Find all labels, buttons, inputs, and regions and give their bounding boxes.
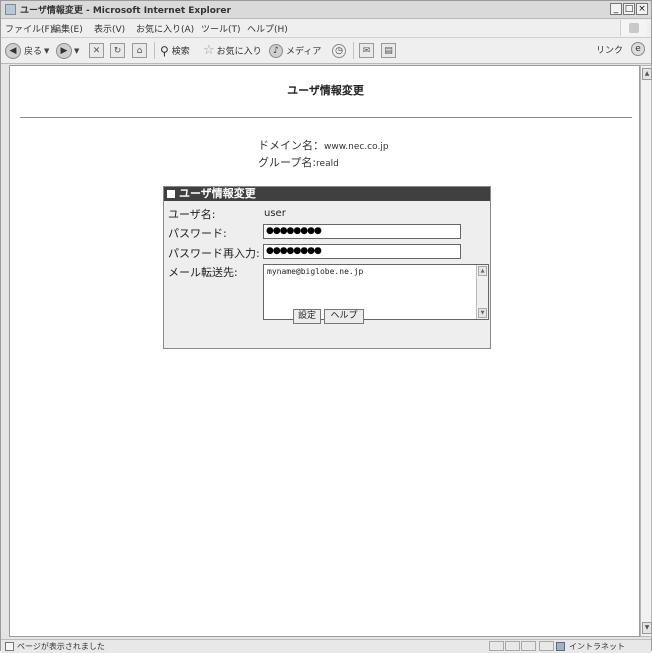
lock-icon — [539, 641, 554, 651]
home-button[interactable]: ⌂ — [132, 42, 147, 59]
favorites-button[interactable]: ☆ お気に入り — [203, 42, 262, 59]
title-bar: ユーザ情報変更 - Microsoft Internet Explorer _ … — [1, 1, 651, 19]
forward-button[interactable]: ▶ ▼ — [56, 42, 79, 59]
password-field[interactable]: ●●●●●●●● — [263, 224, 461, 239]
star-icon: ☆ — [203, 43, 215, 58]
refresh-button[interactable]: ↻ — [110, 42, 125, 59]
back-dropdown-icon: ▼ — [44, 46, 50, 55]
help-button[interactable]: ヘルプ — [324, 309, 364, 324]
menu-tools[interactable]: ツール(T) — [201, 22, 241, 35]
media-button[interactable]: ♪ メディア — [269, 42, 321, 59]
scroll-up-icon[interactable]: ▲ — [478, 266, 487, 276]
back-button[interactable]: ◀ 戻る ▼ — [5, 42, 49, 59]
page-content: ユーザ情報変更 ドメイン名：www.nec.co.jp グループ名:reald … — [9, 65, 640, 637]
toolbar: ◀ 戻る ▼ ▶ ▼ ✕ ↻ ⌂ ⚲ 検索 ☆ お気に入り ♪ メディア ◷ ✉… — [1, 38, 651, 64]
media-label: メディア — [286, 47, 322, 57]
media-icon: ♪ — [269, 43, 283, 58]
back-label: 戻る — [24, 47, 43, 57]
history-button[interactable]: ◷ — [332, 42, 346, 59]
menu-edit[interactable]: 編集(E) — [52, 22, 83, 35]
windows-logo-icon — [620, 20, 647, 36]
window-controls: _ □ × — [610, 3, 648, 15]
scroll-down-icon[interactable]: ▼ — [478, 308, 487, 318]
menu-file[interactable]: ファイル(F) — [5, 22, 53, 35]
scroll-down-icon[interactable]: ▼ — [642, 622, 652, 634]
page-done-icon — [5, 642, 14, 651]
group-label: グループ名: — [258, 156, 317, 169]
scroll-up-icon[interactable]: ▲ — [642, 68, 652, 80]
mail-icon: ✉ — [359, 43, 374, 58]
username-value: user — [264, 208, 286, 219]
search-button[interactable]: ⚲ 検索 — [160, 42, 190, 59]
search-icon: ⚲ — [160, 43, 169, 58]
maximize-button[interactable]: □ — [623, 3, 635, 15]
forward-arrow-icon: ▶ — [56, 42, 72, 59]
favorites-label: お気に入り — [216, 47, 262, 57]
status-cell — [505, 641, 520, 651]
domain-info: ドメイン名：www.nec.co.jp グループ名:reald — [258, 138, 389, 172]
browser-window: ユーザ情報変更 - Microsoft Internet Explorer _ … — [0, 0, 652, 653]
ie-logo-icon: e — [631, 42, 645, 56]
submit-button[interactable]: 設定 — [293, 309, 321, 324]
security-zone: イントラネット — [569, 642, 625, 651]
group-value: reald — [316, 159, 339, 169]
form-header-text: ユーザ情報変更 — [179, 187, 256, 200]
home-icon: ⌂ — [132, 43, 147, 58]
refresh-icon: ↻ — [110, 43, 125, 58]
password-confirm-field[interactable]: ●●●●●●●● — [263, 244, 461, 259]
toolbar-separator — [353, 42, 354, 59]
textarea-scrollbar[interactable]: ▲ ▼ — [476, 265, 488, 319]
divider — [20, 117, 632, 118]
search-label: 検索 — [171, 47, 190, 57]
minimize-button[interactable]: _ — [610, 3, 622, 15]
status-text: ページが表示されました — [17, 642, 105, 651]
menu-bar: ファイル(F) 編集(E) 表示(V) お気に入り(A) ツール(T) ヘルプ(… — [1, 19, 651, 38]
user-info-form: ユーザ情報変更 ユーザ名: user パスワード: ●●●●●●●● パスワード… — [163, 186, 491, 349]
window-title: ユーザ情報変更 - Microsoft Internet Explorer — [20, 6, 231, 16]
page-title: ユーザ情報変更 — [287, 84, 364, 97]
menu-view[interactable]: 表示(V) — [94, 22, 125, 35]
close-button[interactable]: × — [636, 3, 648, 15]
header-square-icon — [167, 190, 175, 198]
menu-help[interactable]: ヘルプ(H) — [247, 22, 288, 35]
status-cell — [489, 641, 504, 651]
back-arrow-icon: ◀ — [5, 42, 21, 59]
page-scrollbar[interactable]: ▲ ▼ — [640, 65, 652, 637]
forward-dropdown-icon: ▼ — [74, 46, 80, 55]
forward-address-value: myname@biglobe.ne.jp — [267, 267, 364, 276]
links-label: リンク — [595, 45, 623, 56]
username-label: ユーザ名: — [168, 208, 216, 221]
forward-label: メール転送先: — [168, 266, 238, 279]
links-button[interactable]: リンク e — [596, 42, 645, 56]
print-icon: ▤ — [381, 43, 396, 58]
menu-favorites[interactable]: お気に入り(A) — [136, 22, 194, 35]
mail-button[interactable]: ✉ — [359, 42, 374, 59]
password-label: パスワード: — [168, 227, 227, 240]
history-icon: ◷ — [332, 43, 346, 58]
ie-page-icon — [5, 4, 16, 15]
domain-label: ドメイン名： — [258, 139, 324, 152]
status-cell — [521, 641, 536, 651]
intranet-zone-icon — [556, 642, 565, 651]
form-header: ユーザ情報変更 — [164, 187, 490, 201]
stop-button[interactable]: ✕ — [89, 42, 104, 59]
toolbar-separator — [154, 42, 155, 59]
print-button[interactable]: ▤ — [381, 42, 396, 59]
stop-icon: ✕ — [89, 43, 104, 58]
domain-value: www.nec.co.jp — [324, 142, 389, 152]
password-confirm-label: パスワード再入力: — [168, 247, 260, 260]
